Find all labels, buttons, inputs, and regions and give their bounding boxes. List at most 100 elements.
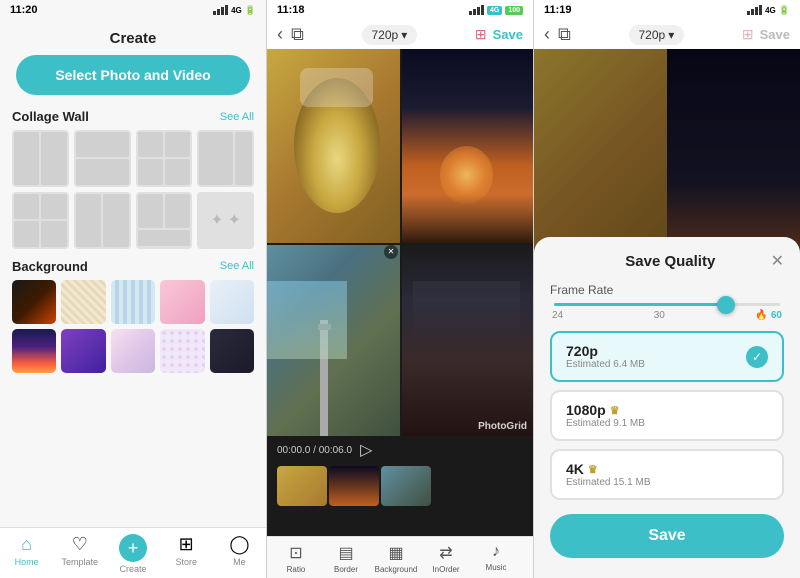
time-display: 00:00.0 / 00:06.0 (277, 445, 352, 456)
panel-editor: 11:18 4G 100 ‹ ⧉ 720p ▾ ⊞ Save (266, 0, 533, 578)
home-icon: ⌂ (21, 534, 32, 555)
nav-store[interactable]: ⊞ Store (160, 534, 213, 574)
modal-header: Save Quality ✕ (550, 251, 784, 271)
bg-item-9[interactable] (160, 329, 204, 373)
slider-max-label: 🔥 60 (755, 310, 782, 321)
bg-item-6[interactable] (12, 329, 56, 373)
timeline-tracks (267, 464, 533, 536)
bottom-nav-1: ⌂ Home ♡ Template + Create ⊞ Store ◯ Me (0, 527, 266, 578)
canvas-img-1[interactable] (267, 49, 400, 243)
bg-item-4[interactable] (160, 280, 204, 324)
nav-me[interactable]: ◯ Me (213, 534, 266, 574)
collage-item-5[interactable] (12, 192, 69, 249)
save-quality-button[interactable]: Save (550, 514, 784, 558)
collage-item-1[interactable] (12, 130, 69, 187)
collage-grid: ✦ ✦ (0, 130, 266, 259)
canvas-img-3[interactable]: ✕ (267, 243, 400, 437)
background-grid (0, 280, 266, 384)
quality-option-720p[interactable]: 720p Estimated 6.4 MB ✓ (550, 331, 784, 382)
editor-topbar: ‹ ⧉ 720p ▾ ⊞ Save (267, 20, 533, 49)
grid-icon-3: ⊞ (742, 26, 754, 43)
collage-item-6[interactable] (74, 192, 131, 249)
editor-canvas: ✕ PhotoGrid (267, 49, 533, 436)
signal-icon-2 (469, 5, 484, 15)
nav-store-label: Store (175, 557, 197, 567)
bg-item-3[interactable] (111, 280, 155, 324)
star-icon: ✦ (210, 210, 223, 230)
collage-item-7[interactable] (136, 192, 193, 249)
slider-fill (554, 303, 724, 306)
select-photo-video-button[interactable]: Select Photo and Video (16, 55, 250, 95)
toolbar-sound[interactable]: 🔊 Sound (521, 543, 533, 574)
quality-size-1080p: Estimated 9.1 MB (566, 418, 645, 429)
nav-me-label: Me (233, 557, 246, 567)
inorder-icon: ⇄ (439, 543, 452, 563)
nav-home[interactable]: ⌂ Home (0, 534, 53, 574)
battery-pct-2: 100 (505, 6, 523, 15)
back-button[interactable]: ‹ (277, 24, 283, 45)
save-quality-modal: Save Quality ✕ Frame Rate 24 30 🔥 (534, 237, 800, 578)
quality-size-720p: Estimated 6.4 MB (566, 359, 645, 370)
track-thumb-1[interactable] (277, 466, 327, 506)
status-bar-3: 11:19 4G 🔋 (534, 0, 800, 20)
canvas-img-4[interactable] (400, 243, 533, 437)
border-icon: ▤ (338, 543, 353, 563)
quality-name-1080p: 1080p ♛ (566, 402, 645, 418)
collage-section-header: Collage Wall See All (0, 109, 266, 130)
inorder-label: InOrder (432, 565, 459, 574)
frame-rate-label: Frame Rate (550, 283, 784, 297)
bg-item-10[interactable] (210, 329, 254, 373)
quality-option-4k[interactable]: 4K ♛ Estimated 15.1 MB (550, 449, 784, 500)
time-3: 11:19 (544, 4, 572, 16)
collage-see-all[interactable]: See All (220, 111, 254, 123)
track-thumb-3[interactable] (381, 466, 431, 506)
background-see-all[interactable]: See All (220, 260, 254, 272)
flame-icon: 🔥 (755, 310, 767, 321)
background-toolbar-icon: ▦ (388, 543, 403, 563)
network-badge-2: 4G (487, 6, 502, 15)
collage-item-4[interactable] (197, 130, 254, 187)
nav-template-label: Template (62, 557, 99, 567)
layers-icon[interactable]: ⧉ (291, 24, 304, 45)
collage-item-8[interactable]: ✦ ✦ (197, 192, 254, 249)
toolbar-border[interactable]: ▤ Border (321, 543, 371, 574)
track-thumb-2[interactable] (329, 466, 379, 506)
collage-item-2[interactable] (74, 130, 131, 187)
save-quality-canvas-bg: Save Quality ✕ Frame Rate 24 30 🔥 (534, 49, 800, 578)
slider-thumb[interactable] (717, 296, 735, 314)
nav-create[interactable]: + Create (106, 534, 159, 574)
canvas-img-2[interactable] (400, 49, 533, 243)
toolbar-background[interactable]: ▦ Background (371, 543, 421, 574)
panel-save-quality: 11:19 4G 🔋 ‹ ⧉ 720p ▾ ⊞ Save (533, 0, 800, 578)
border-label: Border (334, 565, 358, 574)
bg-item-1[interactable] (12, 280, 56, 324)
toolbar-inorder[interactable]: ⇄ InOrder (421, 543, 471, 574)
toolbar-music[interactable]: ♪ Music (471, 543, 521, 574)
bg-item-8[interactable] (111, 329, 155, 373)
bg-item-7[interactable] (61, 329, 105, 373)
editor-timeline: 00:00.0 / 00:06.0 ▷ (267, 436, 533, 536)
bg-item-2[interactable] (61, 280, 105, 324)
save-label-3[interactable]: Save (760, 27, 790, 42)
remove-img-3-icon[interactable]: ✕ (384, 245, 398, 259)
bg-item-5[interactable] (210, 280, 254, 324)
nav-home-label: Home (15, 557, 39, 567)
quality-option-1080p[interactable]: 1080p ♛ Estimated 9.1 MB (550, 390, 784, 441)
play-button[interactable]: ▷ (360, 440, 372, 460)
modal-close-button[interactable]: ✕ (771, 251, 784, 271)
watermark: PhotoGrid (478, 421, 527, 432)
frame-rate-slider-container (550, 303, 784, 306)
toolbar-ratio[interactable]: ⊡ Ratio (271, 543, 321, 574)
create-plus-icon: + (119, 534, 147, 562)
resolution-selector[interactable]: 720p ▾ (362, 25, 418, 45)
resolution-selector-3[interactable]: 720p ▾ (629, 25, 685, 45)
time-1: 11:20 (10, 4, 38, 16)
nav-create-label: Create (120, 564, 147, 574)
nav-template[interactable]: ♡ Template (53, 534, 106, 574)
status-icons-3: 4G 🔋 (747, 5, 790, 16)
save-button-2[interactable]: Save (493, 27, 523, 42)
back-button-3[interactable]: ‹ (544, 24, 550, 45)
ratio-label: Ratio (287, 565, 306, 574)
slider-min-label: 24 (552, 310, 563, 321)
collage-item-3[interactable] (136, 130, 193, 187)
